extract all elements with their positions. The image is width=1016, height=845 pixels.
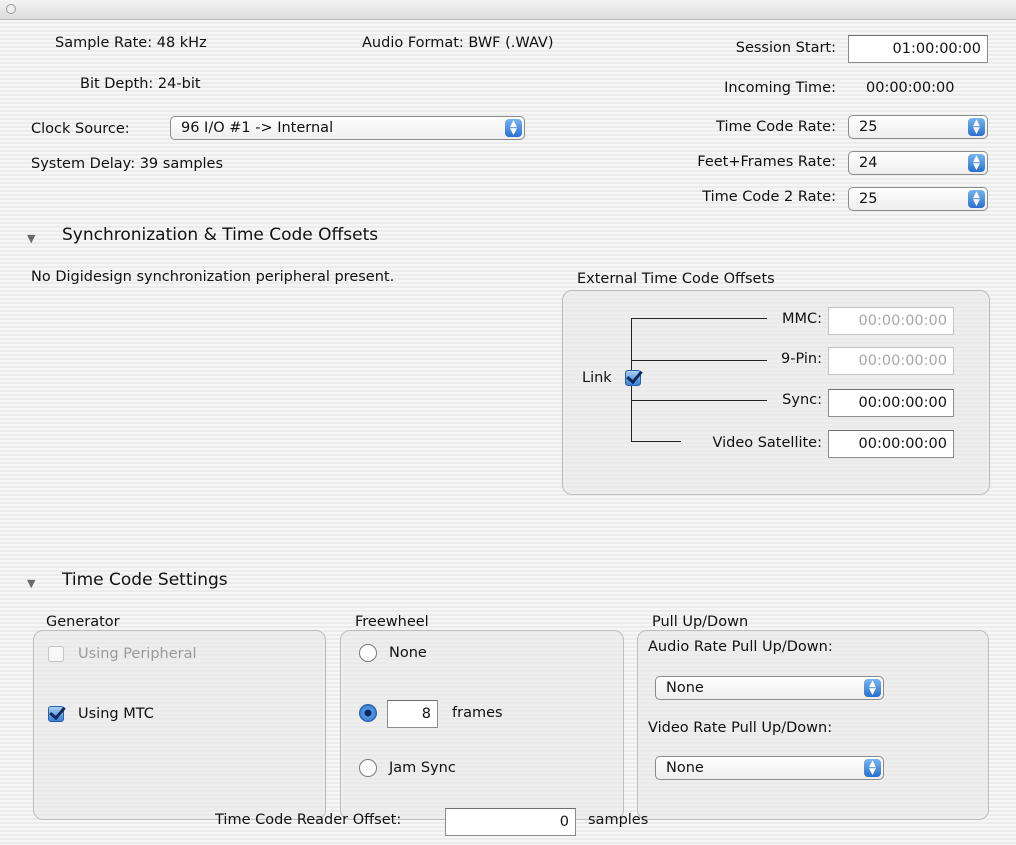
ninepin-offset-field[interactable]: 00:00:00:00 (828, 347, 954, 375)
jam-sync-radio[interactable] (359, 759, 377, 777)
reader-offset-unit: samples (588, 812, 649, 828)
link-bracket-line (631, 360, 767, 361)
link-bracket-line (631, 318, 767, 319)
using-mtc-checkbox[interactable] (48, 706, 64, 722)
audio-pull-value: None (666, 680, 704, 696)
ninepin-label: 9-Pin: (781, 351, 822, 367)
time-code-2-rate-select[interactable]: 25 ▲ ▼ (848, 187, 988, 211)
popup-arrows-icon: ▲ ▼ (968, 154, 985, 172)
feet-frames-rate-label: Feet+Frames Rate: (697, 154, 836, 170)
popup-arrows-icon: ▲ ▼ (968, 118, 985, 136)
pull-up-down-title: Pull Up/Down (652, 614, 749, 630)
video-pull-label: Video Rate Pull Up/Down: (648, 720, 833, 736)
system-delay-label: System Delay: 39 samples (31, 156, 224, 172)
frames-label: frames (452, 705, 503, 721)
sync-offset-field[interactable]: 00:00:00:00 (828, 389, 954, 417)
incoming-time-label: Incoming Time: (724, 80, 836, 96)
audio-pull-label: Audio Rate Pull Up/Down: (648, 639, 833, 655)
jam-sync-label: Jam Sync (389, 760, 456, 776)
mmc-label: MMC: (781, 311, 822, 327)
clock-source-value: 96 I/O #1 -> Internal (181, 120, 334, 136)
popup-arrows-icon: ▲ ▼ (864, 679, 881, 697)
link-bracket-line (631, 400, 767, 401)
feet-frames-rate-value: 24 (859, 155, 878, 171)
link-bracket-line (631, 441, 681, 442)
incoming-time-value: 00:00:00:00 (866, 80, 955, 96)
bit-depth-label: Bit Depth: 24-bit (80, 76, 201, 92)
video-pull-value: None (666, 760, 704, 776)
window-titlebar (0, 0, 1016, 20)
generator-title: Generator (46, 614, 120, 630)
session-setup-panel: Sample Rate: 48 kHz Audio Format: BWF (.… (0, 20, 1016, 845)
session-start-label: Session Start: (735, 40, 836, 56)
using-peripheral-label: Using Peripheral (78, 646, 197, 662)
external-offsets-title: External Time Code Offsets (577, 271, 775, 287)
disclosure-triangle-icon[interactable]: ▼ (27, 577, 35, 590)
clock-source-select[interactable]: 96 I/O #1 -> Internal ▲ ▼ (170, 116, 525, 140)
window-close-button[interactable] (6, 4, 16, 14)
disclosure-triangle-icon[interactable]: ▼ (27, 232, 35, 245)
feet-frames-rate-select[interactable]: 24 ▲ ▼ (848, 151, 988, 175)
video-pull-select[interactable]: None ▲ ▼ (655, 756, 884, 780)
freewheel-title: Freewheel (355, 614, 429, 630)
time-code-rate-label: Time Code Rate: (716, 119, 836, 135)
freewheel-none-label: None (389, 645, 427, 661)
using-peripheral-checkbox[interactable] (48, 646, 64, 662)
sync-section-title: Synchronization & Time Code Offsets (62, 225, 379, 245)
using-mtc-label: Using MTC (78, 706, 154, 722)
audio-pull-select[interactable]: None ▲ ▼ (655, 676, 884, 700)
clock-source-label: Clock Source: (31, 121, 130, 137)
mmc-offset-field[interactable]: 00:00:00:00 (828, 307, 954, 335)
time-code-rate-select[interactable]: 25 ▲ ▼ (848, 115, 988, 139)
freewheel-frames-radio[interactable] (359, 704, 377, 722)
popup-arrows-icon: ▲ ▼ (505, 119, 522, 137)
video-satellite-offset-field[interactable]: 00:00:00:00 (828, 430, 954, 458)
time-code-2-rate-value: 25 (859, 191, 878, 207)
sync-label: Sync: (782, 392, 822, 408)
reader-offset-label: Time Code Reader Offset: (215, 812, 402, 828)
tc-section-title: Time Code Settings (62, 570, 228, 590)
sample-rate-label: Sample Rate: 48 kHz (55, 35, 207, 51)
freewheel-frames-field[interactable]: 8 (387, 700, 438, 728)
time-code-2-rate-label: Time Code 2 Rate: (702, 189, 836, 205)
link-checkbox[interactable] (625, 370, 641, 386)
popup-arrows-icon: ▲ ▼ (864, 759, 881, 777)
freewheel-none-radio[interactable] (359, 644, 377, 662)
reader-offset-field[interactable]: 0 (445, 808, 576, 836)
audio-format-label: Audio Format: BWF (.WAV) (362, 35, 554, 51)
no-peripheral-text: No Digidesign synchronization peripheral… (31, 269, 395, 285)
session-start-field[interactable]: 01:00:00:00 (848, 35, 988, 63)
video-satellite-label: Video Satellite: (712, 435, 822, 451)
popup-arrows-icon: ▲ ▼ (968, 190, 985, 208)
time-code-rate-value: 25 (859, 119, 878, 135)
link-label: Link (582, 370, 612, 386)
freewheel-box (340, 630, 624, 820)
